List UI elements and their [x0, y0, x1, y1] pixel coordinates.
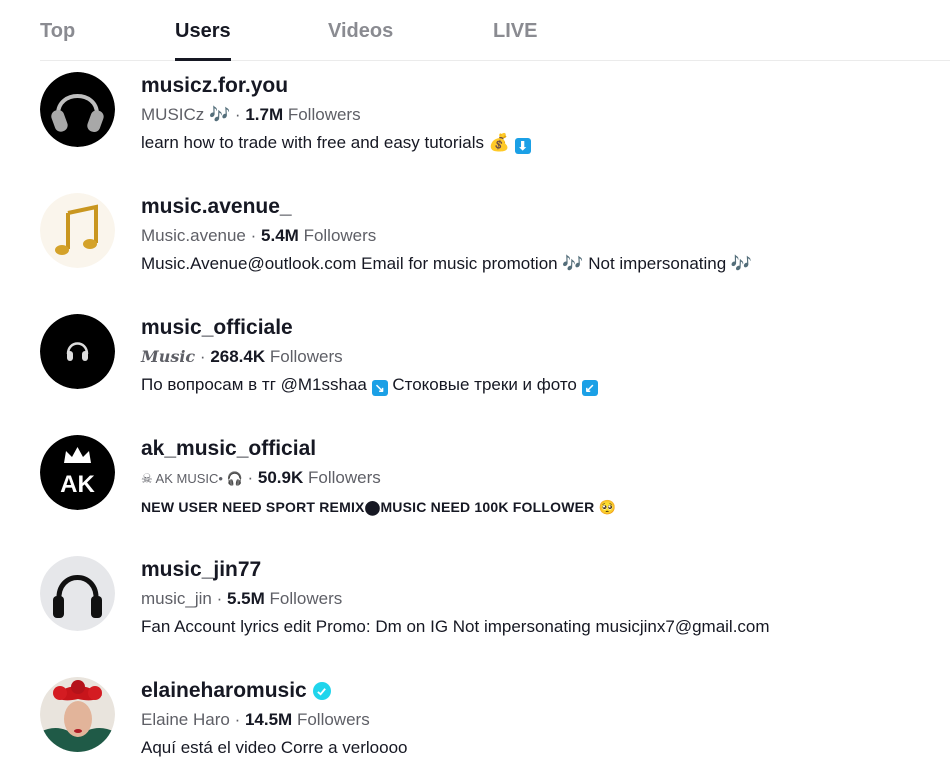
down-right-arrow-icon: ↘ [371, 380, 388, 396]
avatar[interactable]: AK [40, 435, 115, 510]
username[interactable]: musicz.for.you [141, 73, 531, 99]
user-result[interactable]: elaineharomusic Elaine Haro · 14.5M Foll… [40, 665, 940, 775]
user-bio: learn how to trade with free and easy tu… [141, 131, 531, 155]
user-bio: Music.Avenue@outlook.com Email for music… [141, 254, 753, 273]
user-meta: music_jin · 5.5M Followers [141, 589, 343, 608]
follower-count: 50.9K [257, 468, 304, 487]
avatar[interactable] [40, 556, 115, 631]
pleading-face-icon: 🥺 [598, 499, 617, 515]
tab-live[interactable]: LIVE [493, 20, 537, 60]
follower-count: 14.5M [244, 710, 293, 729]
nickname: Music [141, 347, 196, 366]
user-meta: Music.avenue · 5.4M Followers [141, 226, 377, 245]
profile-photo [40, 677, 115, 752]
user-meta: Music · 268.4K Followers [141, 347, 343, 366]
follower-count: 268.4K [210, 347, 266, 366]
headphones-icon [40, 556, 115, 631]
tab-top[interactable]: Top [40, 20, 75, 60]
avatar[interactable] [40, 677, 115, 752]
nickname: Elaine Haro [141, 710, 230, 729]
username[interactable]: music.avenue_ [141, 194, 752, 220]
user-result[interactable]: music.avenue_ Music.avenue · 5.4M Follow… [40, 181, 940, 291]
nickname: MUSICz 🎶 [141, 105, 231, 124]
music-note-icon [40, 193, 115, 268]
search-tabs: Top Users Videos LIVE [40, 0, 950, 61]
user-result[interactable]: AK ak_music_official ☠ AK MUSIC• 🎧 · 50.… [40, 423, 940, 533]
svg-text:AK: AK [60, 471, 95, 498]
tab-users[interactable]: Users [175, 20, 231, 61]
nickname: music_jin [141, 589, 212, 608]
money-bag-icon: 💰 [488, 133, 510, 152]
headphones-icon [40, 314, 115, 389]
headphones-icon [40, 72, 115, 147]
user-result[interactable]: music_jin77 music_jin · 5.5M Followers F… [40, 544, 940, 654]
down-arrow-icon: ⬇ [514, 138, 531, 154]
nickname: ☠ AK MUSIC• 🎧 [141, 471, 243, 486]
tab-videos[interactable]: Videos [328, 20, 393, 60]
down-left-arrow-icon: ↙ [581, 380, 598, 396]
avatar[interactable] [40, 72, 115, 147]
follower-count: 5.4M [261, 226, 299, 245]
user-meta: ☠ AK MUSIC• 🎧 · 50.9K Followers [141, 468, 381, 487]
avatar[interactable] [40, 193, 115, 268]
username[interactable]: music_jin77 [141, 557, 770, 583]
user-result[interactable]: musicz.for.you MUSICz 🎶 · 1.7M Followers… [40, 60, 940, 170]
user-result[interactable]: music_officiale Music · 268.4K Followers… [40, 302, 940, 412]
follower-count: 1.7M [245, 105, 284, 124]
verified-badge-icon [312, 682, 331, 700]
user-bio: По вопросам в тг @M1sshaa ↘ Стоковые тре… [141, 373, 598, 397]
avatar[interactable] [40, 314, 115, 389]
user-meta: MUSICz 🎶 · 1.7M Followers [141, 105, 361, 124]
username[interactable]: ak_music_official [141, 436, 616, 462]
user-bio: Fan Account lyrics edit Promo: Dm on IG … [141, 617, 770, 636]
user-meta: Elaine Haro · 14.5M Followers [141, 710, 370, 729]
user-bio: Aquí está el video Corre a verloooo [141, 738, 408, 757]
user-bio: NEW USER NEED SPORT REMIX⬤MUSIC NEED 100… [141, 499, 617, 515]
nickname: Music.avenue [141, 226, 246, 245]
follower-count: 5.5M [227, 589, 265, 608]
username[interactable]: elaineharomusic [141, 678, 408, 704]
username[interactable]: music_officiale [141, 315, 598, 341]
crown-icon: AK [40, 435, 115, 510]
